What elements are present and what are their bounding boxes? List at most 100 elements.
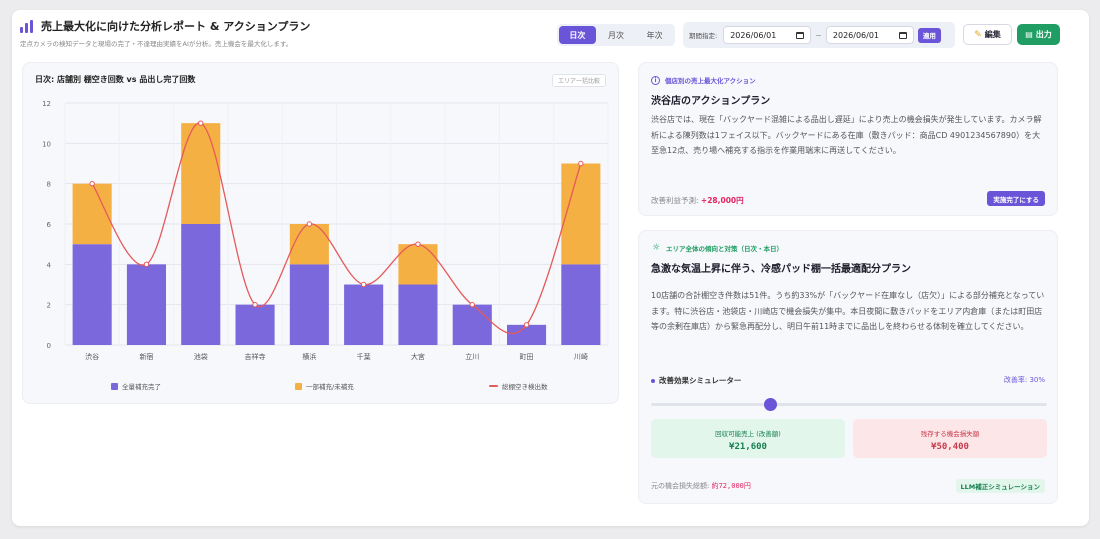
bullet-dot xyxy=(651,378,655,383)
bar-complete xyxy=(344,284,384,345)
line-point xyxy=(143,261,150,268)
legend-label: 総棚空き検出数 xyxy=(502,383,548,391)
bar-complete xyxy=(398,284,438,345)
period-label: 期間指定: xyxy=(689,32,718,40)
trend-title: 急激な気温上昇に伴う、冷感パッド棚一括最適配分プラン xyxy=(651,264,911,275)
period-separator: ~ xyxy=(815,30,822,40)
remaining-value: ¥50,400 xyxy=(931,442,969,452)
start-date-input[interactable]: 2026/06/01 xyxy=(723,26,812,44)
bar-complete xyxy=(235,304,275,345)
bar-complete xyxy=(181,224,221,345)
page-subtitle: 定点カメラの検知データと現場の完了・不達理由実績をAIが分析。売上機会を最大化し… xyxy=(20,40,293,48)
bar-complete xyxy=(72,244,112,345)
trend-label-text: エリア全体の傾向と対策（日次・本日） xyxy=(666,245,783,253)
legend-swatch xyxy=(111,382,118,390)
stacked-bar-chart: 0 2 4 6 8 10 12 渋谷 新宿 池袋 吉祥寺 横浜 千葉 大宮 立川 町田 川崎 xyxy=(42,100,609,361)
end-date-value: 2026/06/01 xyxy=(832,30,880,40)
legend-item-complete: 全量補充完了 xyxy=(111,381,161,391)
improvement-slider[interactable] xyxy=(651,398,1047,411)
bar-complete xyxy=(452,304,492,345)
calendar-icon[interactable] xyxy=(796,31,805,39)
x-tick-label: 渋谷 xyxy=(85,352,99,361)
legend-item-partial: 一部補充/未補充 xyxy=(295,381,354,391)
edit-label: 編集 xyxy=(984,30,1001,39)
x-tick-label: 横浜 xyxy=(302,352,316,361)
y-tick-label: 0 xyxy=(47,342,51,350)
loss-label: 元の機会損失総額: xyxy=(651,482,710,490)
line-point xyxy=(198,120,204,126)
pencil-icon: ✎ xyxy=(974,29,982,40)
loss-value: 約72,000円 xyxy=(711,482,751,490)
line-point xyxy=(578,160,584,167)
line-point xyxy=(89,180,95,187)
chart-badge: エリア一括比較 xyxy=(551,74,606,87)
chart-panel: 0 2 4 6 8 10 12 渋谷 新宿 池袋 吉祥寺 横浜 千葉 大宮 立川 町田 川崎 日次: 店舗別 棚… xyxy=(22,62,619,404)
x-tick-label: 吉祥寺 xyxy=(245,352,266,361)
trend-section-label: ☼ エリア全体の傾向と対策（日次・本日） xyxy=(651,243,783,253)
x-tick-label: 町田 xyxy=(520,353,534,361)
y-tick-label: 12 xyxy=(42,100,51,108)
remaining-label: 残存する機会損失額 xyxy=(920,430,980,438)
legend-label: 一部補充/未補充 xyxy=(306,383,354,391)
action-label-text: 個店別の売上最大化アクション xyxy=(665,77,756,85)
profit-value: +28,000円 xyxy=(700,196,744,205)
legend-line xyxy=(489,385,498,387)
x-tick-label: 千葉 xyxy=(357,352,371,361)
line-point xyxy=(306,221,313,227)
export-button[interactable]: ▤ 出力 xyxy=(1017,24,1060,45)
line-point xyxy=(360,281,367,288)
calendar-icon[interactable] xyxy=(898,31,907,39)
simulator-label: 改善効果シミュレーター xyxy=(651,375,741,386)
edit-button[interactable]: ✎ 編集 xyxy=(963,24,1012,45)
y-tick-label: 10 xyxy=(42,140,51,148)
x-tick-label: 大宮 xyxy=(411,352,425,361)
period-selector: 期間指定: 2026/06/01 ~ 2026/06/01 適用 xyxy=(683,22,955,48)
chart-legend: 全量補充完了 一部補充/未補充 総棚空き検出数 xyxy=(23,381,620,395)
y-tick-label: 6 xyxy=(47,221,52,229)
tab-daily[interactable]: 日次 xyxy=(559,26,596,44)
line-point xyxy=(469,301,475,308)
tab-yearly[interactable]: 年次 xyxy=(636,26,673,44)
legend-item-total: 総棚空き検出数 xyxy=(489,381,548,391)
report-header: 売上最大化に向けた分析レポート & アクションプラン 定点カメラの検知データと現… xyxy=(20,18,310,48)
llm-simulation-badge[interactable]: LLM補正シミュレーション xyxy=(955,479,1045,493)
bar-partial xyxy=(289,224,329,265)
simulator-label-text: 改善効果シミュレーター xyxy=(659,376,742,385)
bar-partial xyxy=(561,163,601,265)
view-tabs: 日次 月次 年次 xyxy=(557,24,675,46)
action-panel: i 個店別の売上最大化アクション 渋谷店のアクションプラン 渋谷店では、現在「バ… xyxy=(638,62,1058,216)
bar-complete xyxy=(126,264,166,345)
recoverable-label: 回収可能売上 (改善額) xyxy=(715,430,781,438)
tab-monthly[interactable]: 月次 xyxy=(598,26,635,44)
bar-complete xyxy=(507,324,547,345)
rate-value: 30% xyxy=(1029,376,1045,384)
x-tick-label: 川崎 xyxy=(574,352,588,361)
profit-label: 改善利益予測: xyxy=(651,196,699,205)
mark-done-button[interactable]: 実施完了にする xyxy=(987,191,1045,206)
y-tick-label: 8 xyxy=(47,181,51,189)
slider-thumb[interactable] xyxy=(763,398,777,411)
y-tick-label: 4 xyxy=(47,261,52,269)
start-date-value: 2026/06/01 xyxy=(730,30,777,40)
trend-body: 10店舗の合計棚空き件数は51件。うち約33%が「バックヤード在庫なし（店欠）」… xyxy=(651,291,1045,331)
info-icon: i xyxy=(651,75,660,85)
x-tick-label: 立川 xyxy=(465,352,479,361)
end-date-input[interactable]: 2026/06/01 xyxy=(825,26,914,44)
action-title: 渋谷店のアクションプラン xyxy=(651,96,771,107)
x-tick-label: 池袋 xyxy=(194,352,208,361)
original-loss: 元の機会損失総額: 約72,000円 xyxy=(651,481,751,491)
remaining-loss-box: 残存する機会損失額 ¥50,400 xyxy=(853,419,1047,458)
export-icon: ▤ xyxy=(1025,30,1033,39)
bar-partial xyxy=(181,123,221,224)
recoverable-value: ¥21,600 xyxy=(729,442,767,452)
export-label: 出力 xyxy=(1035,30,1052,39)
x-tick-label: 新宿 xyxy=(139,352,153,361)
line-point xyxy=(252,301,258,308)
apply-button[interactable]: 適用 xyxy=(917,27,941,43)
legend-swatch xyxy=(295,382,302,390)
improvement-rate: 改善率: 30% xyxy=(1004,375,1045,385)
legend-label: 全量補充完了 xyxy=(122,383,161,391)
lightbulb-icon: ☼ xyxy=(651,243,661,253)
action-section-label: i 個店別の売上最大化アクション xyxy=(651,75,756,85)
line-point xyxy=(523,322,530,328)
